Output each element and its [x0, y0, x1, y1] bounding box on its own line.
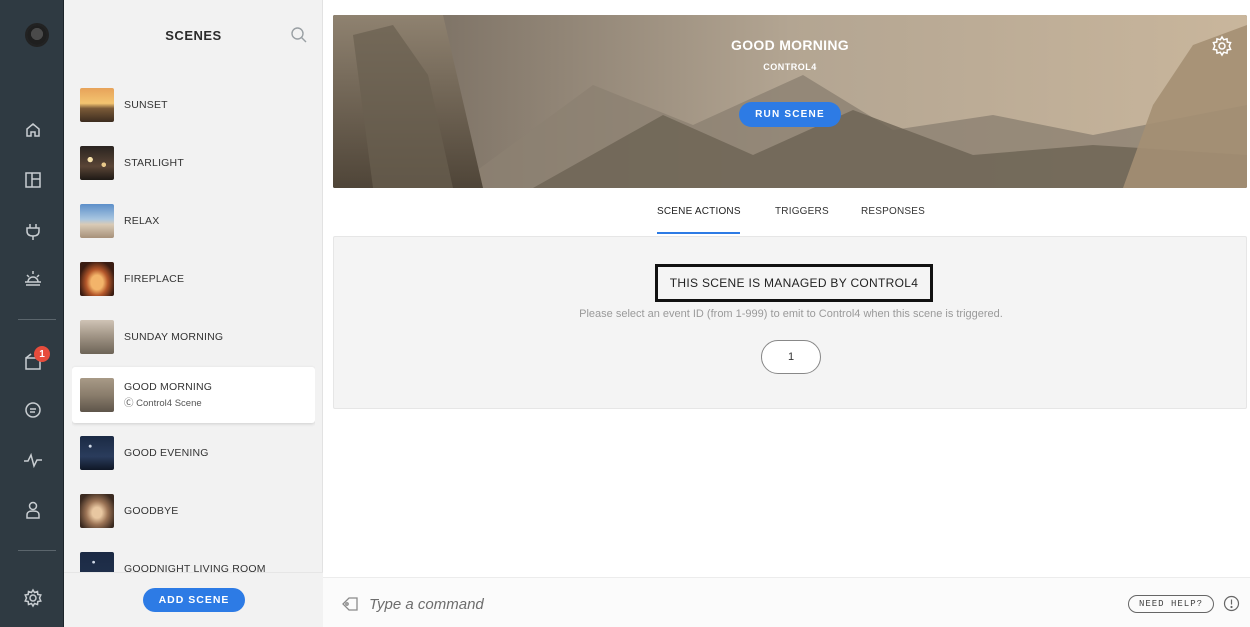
nav-rail: 1 — [0, 0, 64, 627]
scene-title: GOOD MORNING — [731, 37, 849, 53]
event-id-instruction: Please select an event ID (from 1-999) t… — [579, 308, 1003, 320]
activity-icon[interactable] — [22, 449, 44, 471]
home-icon[interactable] — [22, 119, 44, 141]
tab-scene-actions[interactable]: SCENE ACTIONS — [657, 206, 741, 217]
search-icon[interactable] — [290, 26, 308, 44]
scenes-panel: SCENES SUNSET STARLIGHT RELAX FIREPLACE … — [64, 0, 323, 627]
scene-thumbnail — [80, 88, 114, 122]
scene-actions-card: THIS SCENE IS MANAGED BY CONTROL4 Please… — [333, 236, 1247, 409]
user-icon[interactable] — [22, 499, 44, 521]
active-tab-indicator — [657, 232, 740, 234]
scenes-icon[interactable] — [22, 267, 44, 289]
scene-thumbnail — [80, 436, 114, 470]
run-scene-button[interactable]: RUN SCENE — [739, 102, 841, 127]
scene-name: STARLIGHT — [124, 157, 184, 169]
scene-item-good-morning[interactable]: GOOD MORNING Ⓒ Control4 Scene — [72, 367, 315, 423]
scene-thumbnail — [80, 378, 114, 412]
scene-thumbnail — [80, 204, 114, 238]
scene-item-goodnight-living-room[interactable]: GOODNIGHT LIVING ROOM — [72, 541, 315, 572]
scene-item-starlight[interactable]: STARLIGHT — [72, 135, 315, 191]
messages-icon[interactable] — [22, 399, 44, 421]
settings-icon[interactable] — [22, 587, 44, 609]
scene-item-good-evening[interactable]: GOOD EVENING — [72, 425, 315, 481]
managed-by-notice: THIS SCENE IS MANAGED BY CONTROL4 — [655, 264, 933, 302]
command-icon — [341, 595, 359, 613]
scene-name: SUNSET — [124, 99, 168, 111]
rooms-icon[interactable] — [22, 169, 44, 191]
scene-name: GOOD EVENING — [124, 447, 209, 459]
command-bar: NEED HELP? — [323, 577, 1250, 627]
scene-subtitle: Ⓒ Control4 Scene — [124, 398, 202, 409]
scene-item-fireplace[interactable]: FIREPLACE — [72, 251, 315, 307]
event-id-input[interactable] — [761, 340, 821, 374]
scene-hero-banner: GOOD MORNING CONTROL4 RUN SCENE — [333, 15, 1247, 188]
notification-badge: 1 — [34, 346, 50, 362]
need-help-button[interactable]: NEED HELP? — [1128, 595, 1214, 613]
scene-name: GOODNIGHT LIVING ROOM — [124, 563, 266, 572]
scene-item-relax[interactable]: RELAX — [72, 193, 315, 249]
logo-icon[interactable] — [27, 25, 47, 45]
info-icon[interactable] — [1223, 595, 1240, 612]
devices-icon[interactable] — [22, 221, 44, 243]
scene-subtitle: CONTROL4 — [763, 62, 817, 72]
scene-thumbnail — [80, 320, 114, 354]
scene-name: GOOD MORNING — [124, 381, 213, 393]
scene-thumbnail — [80, 494, 114, 528]
rail-separator — [18, 550, 56, 551]
scene-thumbnail — [80, 552, 114, 572]
scenes-title: SCENES — [165, 28, 222, 43]
scene-thumbnail — [80, 262, 114, 296]
tab-responses[interactable]: RESPONSES — [861, 206, 925, 217]
scene-list: SUNSET STARLIGHT RELAX FIREPLACE SUNDAY … — [72, 77, 315, 572]
scene-name: SUNDAY MORNING — [124, 331, 224, 343]
tab-triggers[interactable]: TRIGGERS — [775, 206, 829, 217]
scene-name: FIREPLACE — [124, 273, 185, 285]
scene-tabs: SCENE ACTIONS TRIGGERS RESPONSES — [333, 188, 1247, 236]
scene-thumbnail — [80, 146, 114, 180]
scene-name: GOODBYE — [124, 505, 179, 517]
command-input[interactable] — [369, 592, 1069, 616]
control4-icon: Ⓒ — [124, 398, 134, 409]
scene-item-goodbye[interactable]: GOODBYE — [72, 483, 315, 539]
scene-item-sunset[interactable]: SUNSET — [72, 77, 315, 133]
rail-separator — [18, 319, 56, 320]
scene-item-sunday-morning[interactable]: SUNDAY MORNING — [72, 309, 315, 365]
add-scene-button[interactable]: ADD SCENE — [143, 588, 245, 612]
scene-name: RELAX — [124, 215, 160, 227]
gear-icon[interactable] — [1211, 35, 1233, 57]
